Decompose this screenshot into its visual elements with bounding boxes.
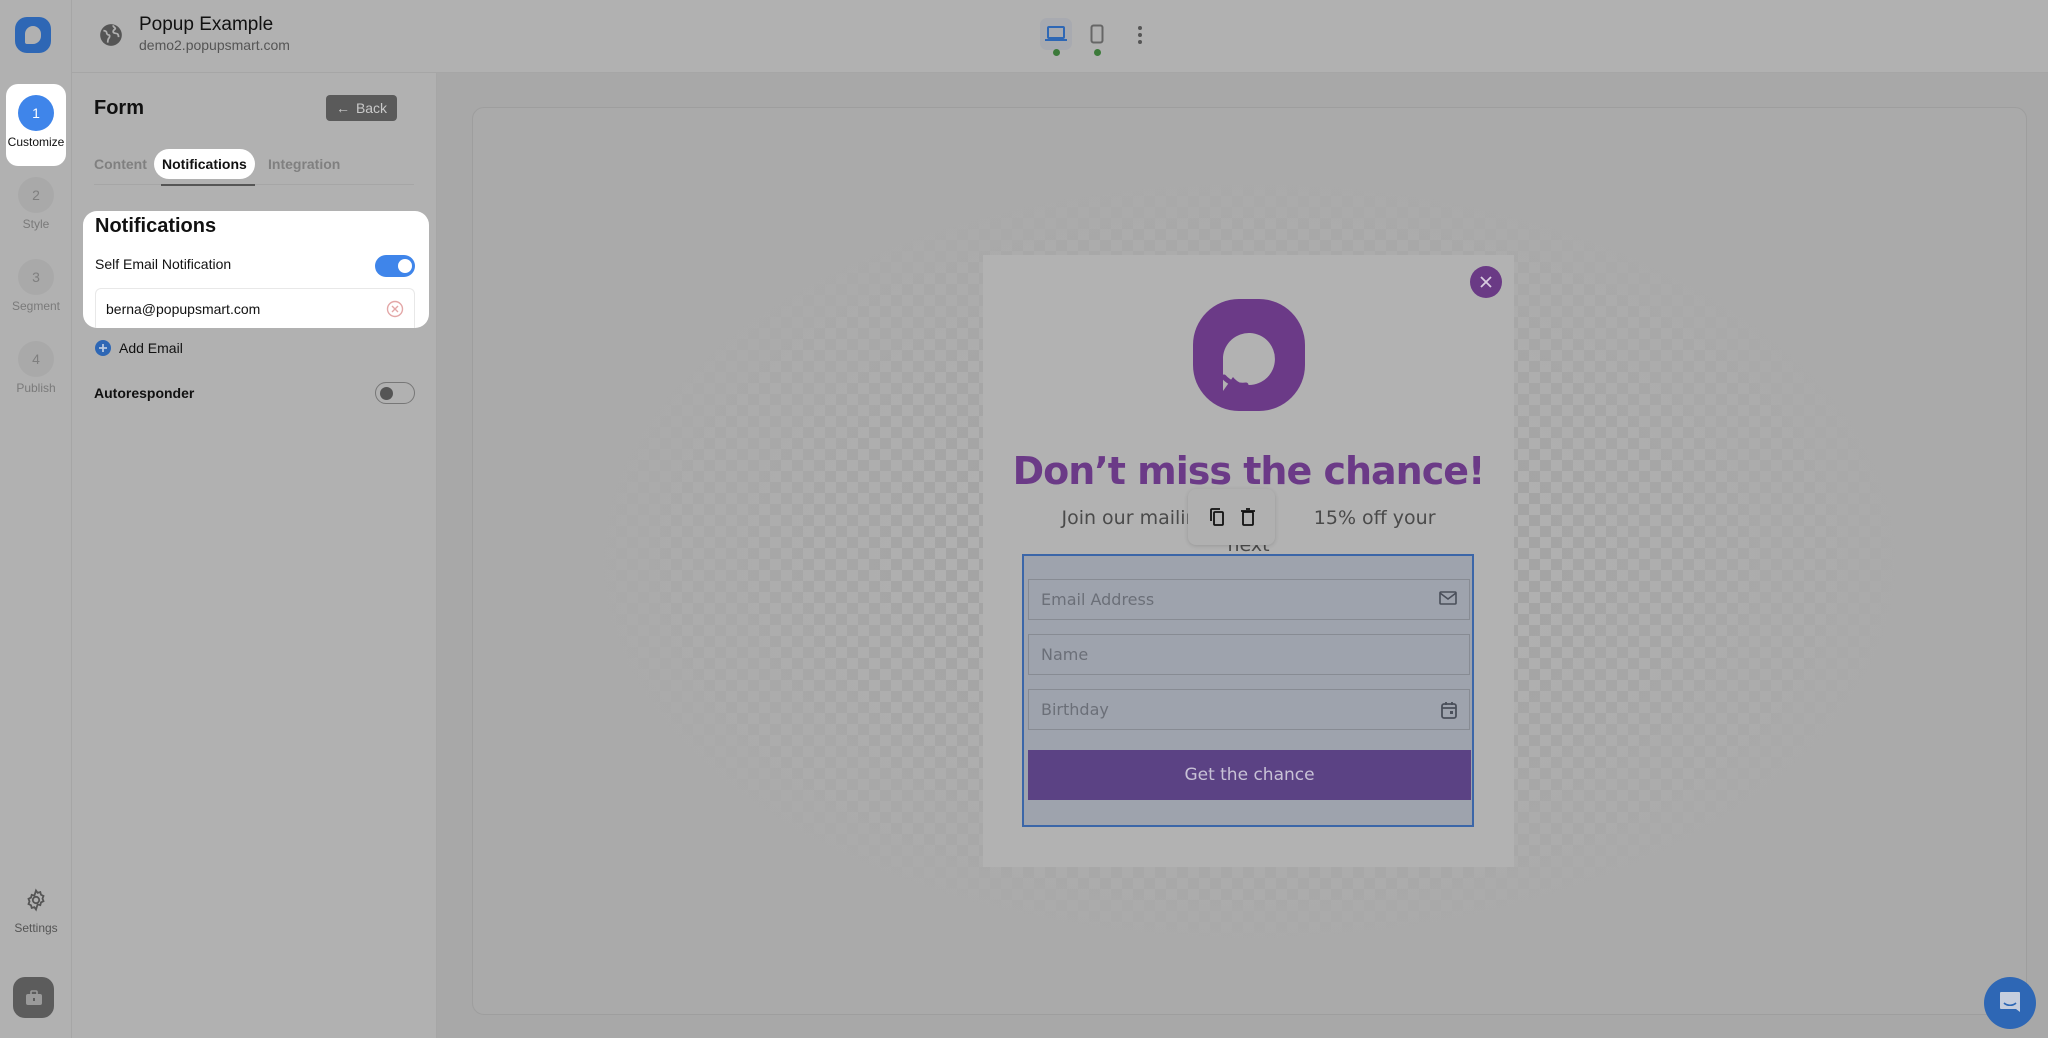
back-button[interactable]: ← Back: [326, 95, 397, 121]
step-label: Customize: [7, 135, 65, 149]
name-placeholder: Name: [1041, 645, 1089, 664]
step-label: Style: [22, 217, 50, 231]
tab-content[interactable]: Content: [94, 149, 147, 179]
form-tabs: Content Notifications Integration: [94, 149, 414, 186]
tab-integration[interactable]: Integration: [268, 149, 340, 179]
step-segment[interactable]: 3 Segment: [6, 248, 66, 330]
support-chat-button[interactable]: [1984, 977, 2036, 1029]
step-number: 1: [18, 95, 54, 131]
desktop-preview-button[interactable]: [1040, 18, 1072, 56]
tab-notifications[interactable]: Notifications: [154, 149, 255, 179]
birthday-placeholder: Birthday: [1041, 700, 1109, 719]
notifications-heading: Notifications: [95, 215, 217, 237]
email-address-field[interactable]: Email Address: [1028, 579, 1470, 620]
panel-title: Form: [94, 97, 144, 119]
step-label: Segment: [11, 299, 61, 313]
arrow-left-icon: ←: [335, 100, 350, 116]
active-tab-indicator: [161, 184, 255, 186]
trash-icon[interactable]: [1240, 507, 1256, 527]
status-dot: [1053, 49, 1060, 56]
step-number: 2: [18, 177, 54, 213]
briefcase-icon: [25, 989, 42, 1005]
site-title: Popup Example: [139, 14, 274, 35]
popupsmart-logo-icon: [1193, 299, 1305, 411]
briefcase-button[interactable]: [13, 977, 54, 1018]
birthday-field[interactable]: Birthday: [1028, 689, 1470, 730]
step-number: 3: [18, 259, 54, 295]
notification-email-input[interactable]: [106, 301, 366, 317]
step-number: 4: [18, 341, 54, 377]
status-dot: [1094, 49, 1101, 56]
name-field[interactable]: Name: [1028, 634, 1470, 675]
popup-preview[interactable]: Don’t miss the chance! Join our mailing …: [983, 255, 1514, 867]
popup-form-selected[interactable]: Email Address Name Birthday Get the chan…: [1022, 554, 1474, 827]
mobile-preview-button[interactable]: [1081, 18, 1113, 56]
self-email-label: Self Email Notification: [95, 256, 232, 272]
autoresponder-toggle[interactable]: [375, 382, 415, 404]
step-label: Publish: [16, 381, 56, 395]
get-the-chance-button[interactable]: Get the chance: [1028, 750, 1471, 800]
step-customize[interactable]: 1 Customize: [6, 84, 66, 166]
chat-icon: [2000, 992, 2020, 1012]
remove-email-icon[interactable]: [386, 300, 404, 318]
element-toolbar: [1188, 489, 1275, 545]
calendar-icon[interactable]: [1441, 701, 1457, 719]
mobile-icon: [1090, 24, 1104, 44]
gear-icon: [27, 888, 45, 912]
notification-email-field[interactable]: [95, 288, 415, 328]
step-style[interactable]: 2 Style: [6, 166, 66, 248]
toggle-knob: [398, 259, 412, 273]
notifications-card: Notifications Self Email Notification: [83, 211, 429, 328]
more-vertical-icon[interactable]: [1132, 22, 1148, 48]
globe-icon: [100, 24, 122, 46]
laptop-icon: [1045, 26, 1067, 41]
popup-headline: Don’t miss the chance!: [1012, 449, 1486, 493]
back-label: Back: [355, 100, 388, 116]
mail-icon: [1439, 591, 1457, 605]
add-email-button[interactable]: Add Email: [95, 340, 183, 356]
add-email-label: Add Email: [119, 340, 183, 356]
popupsmart-logo-icon[interactable]: [15, 17, 51, 53]
toggle-knob: [380, 387, 393, 400]
self-email-toggle[interactable]: [375, 255, 415, 277]
site-url: demo2.popupsmart.com: [139, 37, 290, 53]
close-icon: [1480, 276, 1492, 288]
autoresponder-label: Autoresponder: [94, 385, 195, 401]
plus-circle-icon: [95, 340, 111, 356]
popup-close-button[interactable]: [1470, 266, 1502, 298]
step-publish[interactable]: 4 Publish: [6, 330, 66, 412]
top-bar: Popup Example demo2.popupsmart.com: [72, 0, 2048, 73]
settings-button[interactable]: Settings: [6, 888, 66, 935]
step-rail: 1 Customize 2 Style 3 Segment 4 Publish …: [0, 0, 72, 1038]
email-placeholder: Email Address: [1041, 590, 1155, 609]
copy-icon[interactable]: [1208, 507, 1226, 527]
settings-label: Settings: [14, 921, 58, 935]
